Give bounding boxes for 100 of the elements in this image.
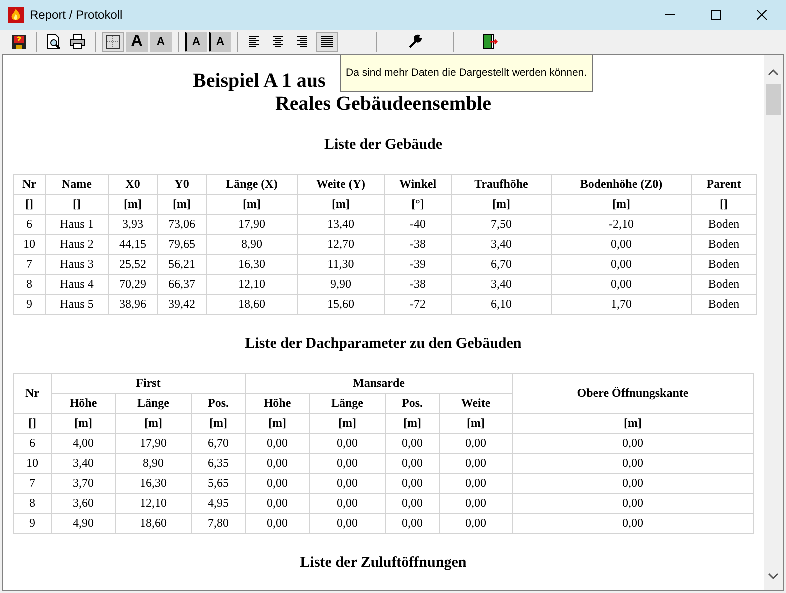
table-cell: 11,30 bbox=[298, 254, 384, 274]
scroll-up-icon[interactable] bbox=[768, 69, 779, 76]
grid-icon[interactable] bbox=[105, 34, 121, 50]
table-cell: Haus 1 bbox=[46, 214, 108, 234]
margin-left-button[interactable]: A bbox=[185, 32, 207, 52]
table-cell: 13,40 bbox=[298, 214, 384, 234]
table-cell: -39 bbox=[384, 254, 452, 274]
report-title: Beispiel A 1 aus bbox=[193, 70, 326, 92]
column-header: Winkel bbox=[384, 174, 452, 194]
table-cell: 0,00 bbox=[246, 434, 310, 454]
close-icon[interactable] bbox=[757, 10, 767, 20]
table-cell: 12,10 bbox=[116, 494, 192, 514]
maximize-icon[interactable] bbox=[711, 10, 721, 20]
unit-header: [m] bbox=[116, 414, 192, 434]
table-cell: 18,60 bbox=[206, 294, 298, 314]
table-cell: 5,65 bbox=[192, 474, 246, 494]
column-header: Traufhöhe bbox=[452, 174, 552, 194]
printer-icon[interactable] bbox=[70, 34, 86, 50]
unit-header: [m] bbox=[108, 194, 158, 214]
table-cell: 8 bbox=[14, 274, 46, 294]
door-arrow-icon[interactable] bbox=[482, 34, 498, 50]
table-cell: 39,42 bbox=[158, 294, 206, 314]
table-cell: 7,50 bbox=[452, 214, 552, 234]
table-cell: 0,00 bbox=[310, 454, 386, 474]
column-header: Länge bbox=[310, 394, 386, 414]
table-cell: Haus 3 bbox=[46, 254, 108, 274]
table-cell: 10 bbox=[14, 234, 46, 254]
table-cell: 0,00 bbox=[512, 494, 754, 514]
table-cell: 0,00 bbox=[440, 494, 512, 514]
table-cell: 0,00 bbox=[552, 234, 692, 254]
unit-header: [m] bbox=[310, 414, 386, 434]
unit-header: [°] bbox=[384, 194, 452, 214]
font-bigger-button[interactable]: A bbox=[126, 32, 148, 52]
justify-icon[interactable] bbox=[319, 34, 335, 50]
scrollbar-thumb[interactable] bbox=[766, 84, 781, 115]
table-cell: 8 bbox=[14, 494, 52, 514]
table-cell: 0,00 bbox=[440, 514, 512, 534]
unit-header: [] bbox=[14, 194, 46, 214]
table-cell: Boden bbox=[692, 254, 756, 274]
window-title: Report / Protokoll bbox=[30, 8, 123, 22]
table-cell: Haus 5 bbox=[46, 294, 108, 314]
unit-header: [m] bbox=[158, 194, 206, 214]
table-cell: 16,30 bbox=[116, 474, 192, 494]
table-cell: -2,10 bbox=[552, 214, 692, 234]
column-header: Nr bbox=[14, 174, 46, 194]
wrench-icon[interactable] bbox=[407, 34, 423, 50]
column-header: Nr bbox=[14, 374, 52, 414]
column-header: Höhe bbox=[246, 394, 310, 414]
table-cell: 0,00 bbox=[310, 494, 386, 514]
table-cell: 0,00 bbox=[386, 514, 440, 534]
table-cell: Boden bbox=[692, 234, 756, 254]
table-cell: 0,00 bbox=[386, 454, 440, 474]
table-cell: 17,90 bbox=[116, 434, 192, 454]
unit-header: [m] bbox=[440, 414, 512, 434]
table-cell: 15,60 bbox=[298, 294, 384, 314]
page-magnifier-icon[interactable] bbox=[46, 34, 62, 50]
table-cell: 9 bbox=[14, 514, 52, 534]
column-header: Bodenhöhe (Z0) bbox=[552, 174, 692, 194]
unit-header: [] bbox=[46, 194, 108, 214]
table-cell: Boden bbox=[692, 274, 756, 294]
table-cell: 18,60 bbox=[116, 514, 192, 534]
unit-header: [m] bbox=[552, 194, 692, 214]
table-cell: Haus 4 bbox=[46, 274, 108, 294]
table-cell: 0,00 bbox=[512, 514, 754, 534]
table-cell: 0,00 bbox=[440, 454, 512, 474]
table-cell: 12,70 bbox=[298, 234, 384, 254]
table-cell: 7,80 bbox=[192, 514, 246, 534]
table-cell: 79,65 bbox=[158, 234, 206, 254]
table-cell: Haus 2 bbox=[46, 234, 108, 254]
margin-right-button[interactable]: A bbox=[209, 32, 231, 52]
column-header: Länge bbox=[116, 394, 192, 414]
table-cell: 9,90 bbox=[298, 274, 384, 294]
unit-header: [m] bbox=[246, 414, 310, 434]
table-cell: -38 bbox=[384, 274, 452, 294]
column-header: Pos. bbox=[192, 394, 246, 414]
scrollbar[interactable] bbox=[764, 55, 783, 590]
column-header: Obere Öffnungskante bbox=[512, 374, 754, 414]
table-cell: 0,00 bbox=[246, 454, 310, 474]
unit-header: [] bbox=[14, 414, 52, 434]
table-cell: 3,70 bbox=[52, 474, 116, 494]
floppy-icon[interactable] bbox=[11, 34, 27, 50]
table-cell: 1,70 bbox=[552, 294, 692, 314]
table-cell: 12,10 bbox=[206, 274, 298, 294]
table-cell: 8,90 bbox=[116, 454, 192, 474]
table-cell: 0,00 bbox=[552, 254, 692, 274]
table-cell: 10 bbox=[14, 454, 52, 474]
flame-icon bbox=[8, 7, 24, 23]
table-cell: 3,40 bbox=[452, 234, 552, 254]
font-smaller-button[interactable]: A bbox=[150, 32, 172, 52]
table-cell: 0,00 bbox=[386, 474, 440, 494]
table-cell: 6 bbox=[14, 434, 52, 454]
table-cell: 3,40 bbox=[52, 454, 116, 474]
table-cell: 0,00 bbox=[310, 474, 386, 494]
group-header: First bbox=[52, 374, 246, 394]
scroll-down-icon[interactable] bbox=[768, 573, 779, 580]
table-cell: 9 bbox=[14, 294, 46, 314]
table-cell: 17,90 bbox=[206, 214, 298, 234]
table-cell: 4,00 bbox=[52, 434, 116, 454]
table-cell: 0,00 bbox=[386, 434, 440, 454]
column-header: Länge (X) bbox=[206, 174, 298, 194]
